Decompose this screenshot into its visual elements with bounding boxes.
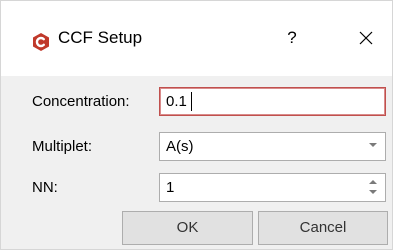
concentration-label: Concentration: [32, 93, 130, 110]
close-icon [359, 31, 373, 45]
window-title: CCF Setup [58, 28, 143, 47]
title-bar: CCF Setup ? [1, 1, 392, 76]
nn-spinbox[interactable]: 1 [159, 173, 386, 202]
multiplet-label: Multiplet: [32, 138, 93, 155]
nn-label: NN: [32, 179, 58, 196]
ccf-setup-dialog: CCF Setup ? Concentration: 0.1 Multiplet… [0, 0, 393, 250]
multiplet-select[interactable]: A(s) [159, 132, 386, 161]
spin-down-icon[interactable] [369, 190, 377, 194]
close-button[interactable] [351, 23, 381, 53]
spin-up-icon[interactable] [369, 180, 377, 184]
multiplet-value: A(s) [166, 138, 194, 155]
help-button[interactable]: ? [279, 23, 305, 53]
app-logo-icon [33, 33, 49, 51]
text-caret [191, 92, 192, 111]
concentration-value: 0.1 [166, 93, 187, 110]
cancel-button[interactable]: Cancel [258, 211, 388, 245]
concentration-input[interactable]: 0.1 [159, 87, 386, 116]
nn-value: 1 [166, 179, 175, 196]
ok-button[interactable]: OK [122, 211, 253, 245]
chevron-down-icon[interactable] [369, 143, 377, 147]
